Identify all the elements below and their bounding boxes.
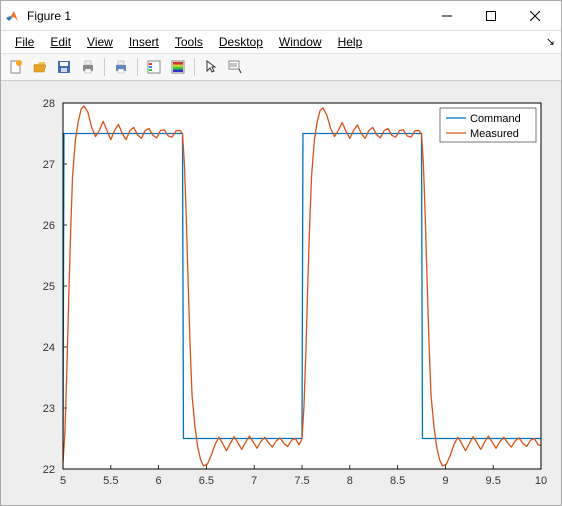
svg-text:Command: Command xyxy=(470,113,521,125)
toolbar-sep xyxy=(104,58,105,76)
svg-text:23: 23 xyxy=(43,403,55,415)
titlebar: Figure 1 xyxy=(1,1,561,31)
svg-text:9: 9 xyxy=(442,475,448,487)
svg-text:10: 10 xyxy=(535,475,547,487)
menu-insert[interactable]: Insert xyxy=(121,33,167,51)
svg-text:28: 28 xyxy=(43,98,55,110)
toolbar-sep xyxy=(194,58,195,76)
save-button[interactable] xyxy=(53,56,75,78)
svg-text:7: 7 xyxy=(251,475,257,487)
matlab-icon xyxy=(5,8,21,24)
svg-text:24: 24 xyxy=(43,342,55,354)
toolbar-sep xyxy=(137,58,138,76)
window-controls xyxy=(425,2,557,30)
axes[interactable]: 5 5.5 6 6.5 7 7.5 8 8.5 9 9.5 10 22 23 24 25 26 27 28 Comm… xyxy=(1,81,561,505)
svg-text:9.5: 9.5 xyxy=(486,475,501,487)
svg-text:22: 22 xyxy=(43,464,55,476)
svg-text:7.5: 7.5 xyxy=(294,475,309,487)
svg-text:6: 6 xyxy=(156,475,162,487)
menu-window[interactable]: Window xyxy=(271,33,330,51)
maximize-button[interactable] xyxy=(469,2,513,30)
svg-text:6.5: 6.5 xyxy=(199,475,214,487)
pointer-button[interactable] xyxy=(200,56,222,78)
open-button[interactable] xyxy=(29,56,51,78)
print-button[interactable] xyxy=(77,56,99,78)
toolbar xyxy=(1,53,561,81)
menubar: File Edit View Insert Tools Desktop Wind… xyxy=(1,31,561,53)
svg-text:Measured: Measured xyxy=(470,128,519,140)
minimize-button[interactable] xyxy=(425,2,469,30)
colorbar-button[interactable] xyxy=(167,56,189,78)
menu-desktop[interactable]: Desktop xyxy=(211,33,271,51)
pagepreview-button[interactable] xyxy=(110,56,132,78)
svg-text:25: 25 xyxy=(43,281,55,293)
menu-view[interactable]: View xyxy=(79,33,121,51)
menu-edit[interactable]: Edit xyxy=(42,33,79,51)
legend-button[interactable] xyxy=(143,56,165,78)
datatip-button[interactable] xyxy=(224,56,246,78)
menu-tools[interactable]: Tools xyxy=(167,33,211,51)
svg-text:27: 27 xyxy=(43,159,55,171)
figure-window: Figure 1 File Edit View Insert Tools Des… xyxy=(0,0,562,506)
close-button[interactable] xyxy=(513,2,557,30)
svg-text:8: 8 xyxy=(347,475,353,487)
new-figure-button[interactable] xyxy=(5,56,27,78)
svg-text:5: 5 xyxy=(60,475,66,487)
svg-text:5.5: 5.5 xyxy=(103,475,118,487)
plot-area: 5 5.5 6 6.5 7 7.5 8 8.5 9 9.5 10 22 23 24 25 26 27 28 Comm… xyxy=(1,81,561,505)
menu-file[interactable]: File xyxy=(7,33,42,51)
svg-text:26: 26 xyxy=(43,220,55,232)
svg-text:8.5: 8.5 xyxy=(390,475,405,487)
dock-icon[interactable]: ↘ xyxy=(546,35,555,48)
window-title: Figure 1 xyxy=(27,9,425,23)
menu-help[interactable]: Help xyxy=(330,33,371,51)
